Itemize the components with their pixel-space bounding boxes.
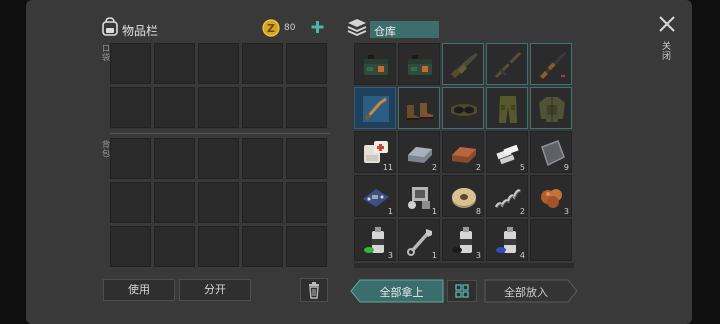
goggles-icon: [448, 93, 480, 125]
pants-icon: [492, 93, 524, 125]
boots-icon: [404, 93, 436, 125]
pocket-slot[interactable]: [110, 87, 151, 128]
inventory-window: 物品栏 Z 80 口袋 背包 使用 分开 仓库 关闭 11 2 2 5 9 1 …: [26, 0, 692, 324]
storage-slot[interactable]: [530, 43, 572, 85]
storage-slot[interactable]: 4: [486, 219, 528, 261]
backpack-slot[interactable]: [110, 138, 151, 179]
storage-next-row-edge: [354, 263, 574, 268]
pocket-slot[interactable]: [198, 43, 239, 84]
close-button[interactable]: [657, 14, 677, 34]
add-coins-button[interactable]: [310, 18, 326, 36]
put-all-label: 全部放入: [504, 286, 548, 299]
pocket-slot[interactable]: [242, 87, 283, 128]
backpack-slot[interactable]: [154, 138, 195, 179]
storage-grid: 11 2 2 5 9 1 1 8 2 3 3 1 3 4: [354, 43, 574, 268]
backpack-slot[interactable]: [286, 138, 327, 179]
backpack-slot[interactable]: [110, 182, 151, 223]
storage-slot-selected[interactable]: [354, 87, 396, 129]
storage-slot[interactable]: 11: [354, 131, 396, 173]
storage-slot[interactable]: [530, 219, 572, 261]
assault-rifle-icon: [448, 49, 480, 81]
close-icon: [659, 16, 675, 32]
grid-view-button[interactable]: [447, 280, 477, 302]
backpack-grid: [110, 138, 330, 270]
storage-slot[interactable]: [398, 87, 440, 129]
storage-slot[interactable]: [486, 43, 528, 85]
pocket-slot[interactable]: [154, 43, 195, 84]
backpack-slot[interactable]: [286, 182, 327, 223]
storage-slot[interactable]: 1: [354, 175, 396, 217]
backpack-slot[interactable]: [110, 226, 151, 267]
backpack-slot[interactable]: [242, 182, 283, 223]
take-all-label: 全部拿上: [379, 286, 424, 299]
storage-slot[interactable]: 2: [398, 131, 440, 173]
svg-text:Z: Z: [267, 22, 275, 35]
put-all-button[interactable]: 全部放入: [484, 279, 578, 303]
storage-icon: [346, 17, 368, 39]
storage-slot[interactable]: [354, 43, 396, 85]
storage-slot[interactable]: [530, 87, 572, 129]
storage-slot[interactable]: 2: [486, 175, 528, 217]
backpack-slot[interactable]: [242, 226, 283, 267]
pocket-slot[interactable]: [198, 87, 239, 128]
coin-icon: Z: [262, 19, 280, 37]
storage-slot[interactable]: 1: [398, 175, 440, 217]
jacket-icon: [536, 93, 568, 125]
use-button[interactable]: 使用: [103, 279, 175, 301]
take-all-button[interactable]: 全部拿上: [350, 279, 444, 303]
crossbow-icon: [492, 49, 524, 81]
storage-slot[interactable]: [398, 43, 440, 85]
pocket-slot[interactable]: [286, 43, 327, 84]
backpack-icon: [100, 17, 120, 37]
trash-button[interactable]: [300, 278, 328, 302]
ammo-box-icon: [404, 49, 436, 81]
grid-icon: [455, 284, 469, 298]
rifle-icon: [536, 49, 568, 81]
backpack-slot[interactable]: [198, 182, 239, 223]
close-label: 关闭: [662, 42, 672, 62]
storage-slot[interactable]: 3: [354, 219, 396, 261]
storage-slot[interactable]: 8: [442, 175, 484, 217]
blueprint-icon: [360, 93, 392, 125]
storage-slot[interactable]: 1: [398, 219, 440, 261]
backpack-slot[interactable]: [154, 226, 195, 267]
storage-slot[interactable]: 3: [530, 175, 572, 217]
section-divider: [110, 133, 330, 134]
ammo-box-icon: [360, 49, 392, 81]
backpack-slot[interactable]: [198, 226, 239, 267]
backpack-slot[interactable]: [286, 226, 327, 267]
pocket-slot[interactable]: [110, 43, 151, 84]
storage-slot[interactable]: 3: [442, 219, 484, 261]
pocket-slot[interactable]: [242, 43, 283, 84]
storage-slot[interactable]: [442, 43, 484, 85]
storage-title: 仓库: [374, 25, 396, 38]
storage-slot[interactable]: 5: [486, 131, 528, 173]
backpack-slot[interactable]: [198, 138, 239, 179]
inventory-title: 物品栏: [122, 24, 159, 38]
coin-count: 80: [284, 23, 296, 33]
pocket-slot[interactable]: [286, 87, 327, 128]
trash-icon: [309, 282, 319, 299]
pocket-grid: [110, 43, 330, 131]
split-button[interactable]: 分开: [179, 279, 251, 301]
pocket-slot[interactable]: [154, 87, 195, 128]
storage-slot[interactable]: 2: [442, 131, 484, 173]
storage-slot[interactable]: 9: [530, 131, 572, 173]
backpack-slot[interactable]: [154, 182, 195, 223]
storage-slot[interactable]: [442, 87, 484, 129]
storage-slot[interactable]: [486, 87, 528, 129]
backpack-slot[interactable]: [242, 138, 283, 179]
